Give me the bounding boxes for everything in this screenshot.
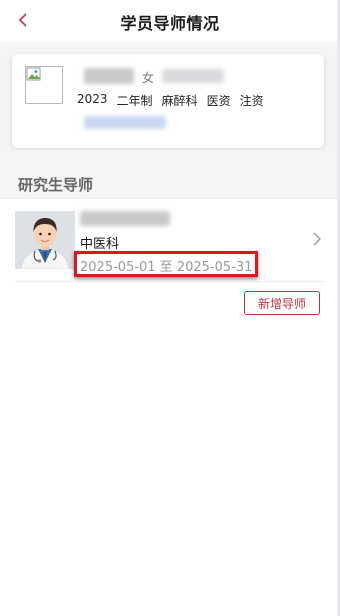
chevron-right-icon [313,232,321,246]
student-card: 女 2023 二年制 麻醉科 医资 注资 [12,54,324,148]
student-photo [25,66,63,104]
period-highlight-box [74,251,258,277]
tag-department: 麻醉科 [161,94,198,108]
page-title: 学员导师情况 [120,14,220,33]
top-bar: 学员导师情况 [0,0,340,42]
tutor-row[interactable]: 中医科 2025-05-01 至 2025-05-31 [0,199,340,281]
tutor-name-redacted [80,211,170,226]
student-gender: 女 [142,71,155,85]
tag-program: 二年制 [116,94,153,108]
header-divider [0,42,340,50]
doctor-avatar-icon [15,211,75,269]
section-title: 研究生导师 [18,176,94,194]
content-area [0,324,340,616]
student-link-redacted [84,116,166,129]
row-divider [15,281,325,282]
tutor-list: 中医科 2025-05-01 至 2025-05-31 新增导师 [0,198,340,325]
section-gap [0,150,340,162]
tag-qualification-2: 注资 [239,94,264,108]
tag-qualification-1: 医资 [206,94,231,108]
add-tutor-button[interactable]: 新增导师 [244,291,320,315]
student-tags: 2023 二年制 麻醉科 医资 注资 [77,92,264,109]
broken-image-icon [26,67,41,81]
student-name-redacted [84,68,134,84]
student-id-redacted [162,69,224,83]
tutor-department: 中医科 [80,237,120,252]
tag-year: 2023 [77,92,108,106]
